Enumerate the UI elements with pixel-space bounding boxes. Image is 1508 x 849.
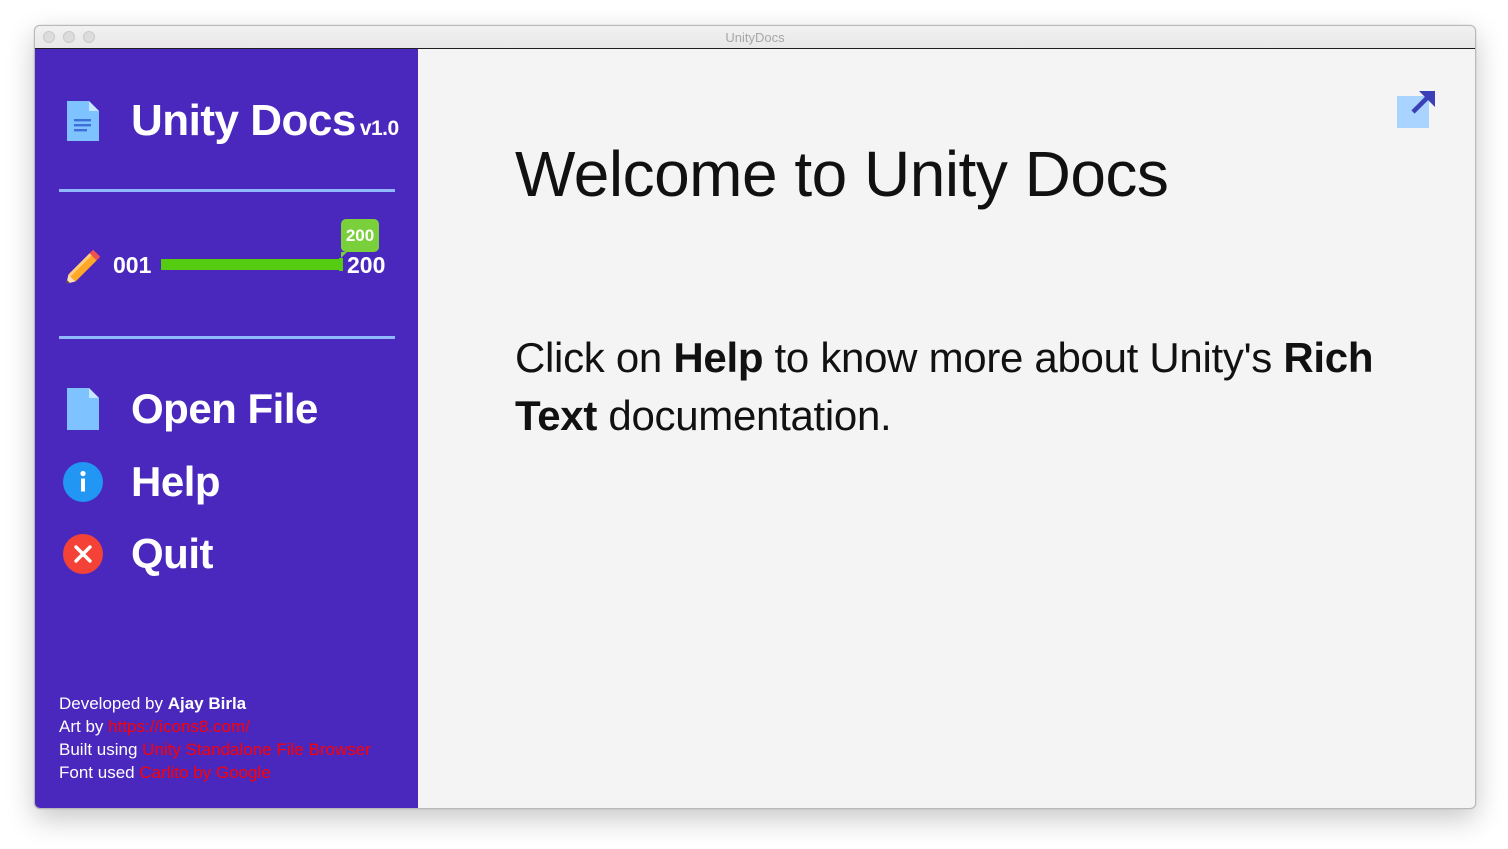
credit-art: Art by https://icons8.com/ bbox=[59, 715, 371, 738]
font-size-slider[interactable] bbox=[161, 258, 343, 271]
quit-label: Quit bbox=[131, 530, 213, 577]
help-button[interactable]: Help bbox=[61, 456, 221, 508]
slider-handle[interactable] bbox=[339, 258, 343, 271]
icons8-link[interactable]: https://icons8.com/ bbox=[108, 717, 250, 736]
external-link-icon[interactable] bbox=[1396, 89, 1436, 134]
open-file-label: Open File bbox=[131, 385, 318, 432]
credit-built: Built using Unity Standalone File Browse… bbox=[59, 738, 371, 761]
title-bar: UnityDocs bbox=[35, 26, 1475, 49]
credit-font: Font used Carlito by Google bbox=[59, 761, 371, 784]
divider bbox=[59, 336, 395, 339]
close-icon bbox=[61, 530, 105, 578]
file-icon bbox=[61, 385, 105, 433]
app-name: Unity Docs bbox=[131, 96, 356, 145]
window-title: UnityDocs bbox=[725, 30, 785, 45]
slider-fill bbox=[161, 259, 341, 270]
credit-built-prefix: Built using bbox=[59, 740, 138, 759]
slider-max-label: 200 bbox=[347, 252, 386, 278]
body-text: Click on bbox=[515, 334, 674, 381]
app-window: UnityDocs Unity Docs v1.0 001 200 200 Op… bbox=[34, 25, 1476, 809]
credit-developer: Developed by Ajay Birla bbox=[59, 692, 371, 715]
quit-button[interactable]: Quit bbox=[61, 528, 213, 580]
app-title: Unity Docs v1.0 bbox=[131, 96, 399, 146]
body-text: to know more about Unity's bbox=[763, 334, 1284, 381]
file-browser-link[interactable]: Unity Standalone File Browser bbox=[142, 740, 371, 759]
slider-min-label: 001 bbox=[113, 252, 152, 278]
open-file-button[interactable]: Open File bbox=[61, 383, 318, 435]
body-text: documentation. bbox=[597, 392, 892, 439]
app-version: v1.0 bbox=[359, 117, 399, 140]
credit-developer-prefix: Developed by bbox=[59, 694, 163, 713]
body-bold-help: Help bbox=[673, 334, 764, 381]
page-title: Welcome to Unity Docs bbox=[515, 138, 1169, 210]
credit-font-prefix: Font used bbox=[59, 763, 135, 782]
credits: Developed by Ajay Birla Art by https://i… bbox=[59, 692, 371, 784]
welcome-message: Click on Help to know more about Unity's… bbox=[515, 329, 1375, 445]
credit-art-prefix: Art by bbox=[59, 717, 104, 736]
help-label: Help bbox=[131, 458, 221, 505]
document-icon bbox=[65, 99, 101, 148]
slider-value-bubble: 200 bbox=[341, 219, 379, 258]
divider bbox=[59, 189, 395, 192]
developer-name: Ajay Birla bbox=[167, 694, 247, 713]
sidebar: Unity Docs v1.0 001 200 200 Open File He… bbox=[35, 49, 418, 808]
pencil-icon bbox=[63, 245, 105, 292]
font-link[interactable]: Carlito by Google bbox=[139, 763, 270, 782]
info-icon bbox=[61, 458, 105, 506]
main-content: Welcome to Unity Docs Click on Help to k… bbox=[418, 49, 1475, 808]
